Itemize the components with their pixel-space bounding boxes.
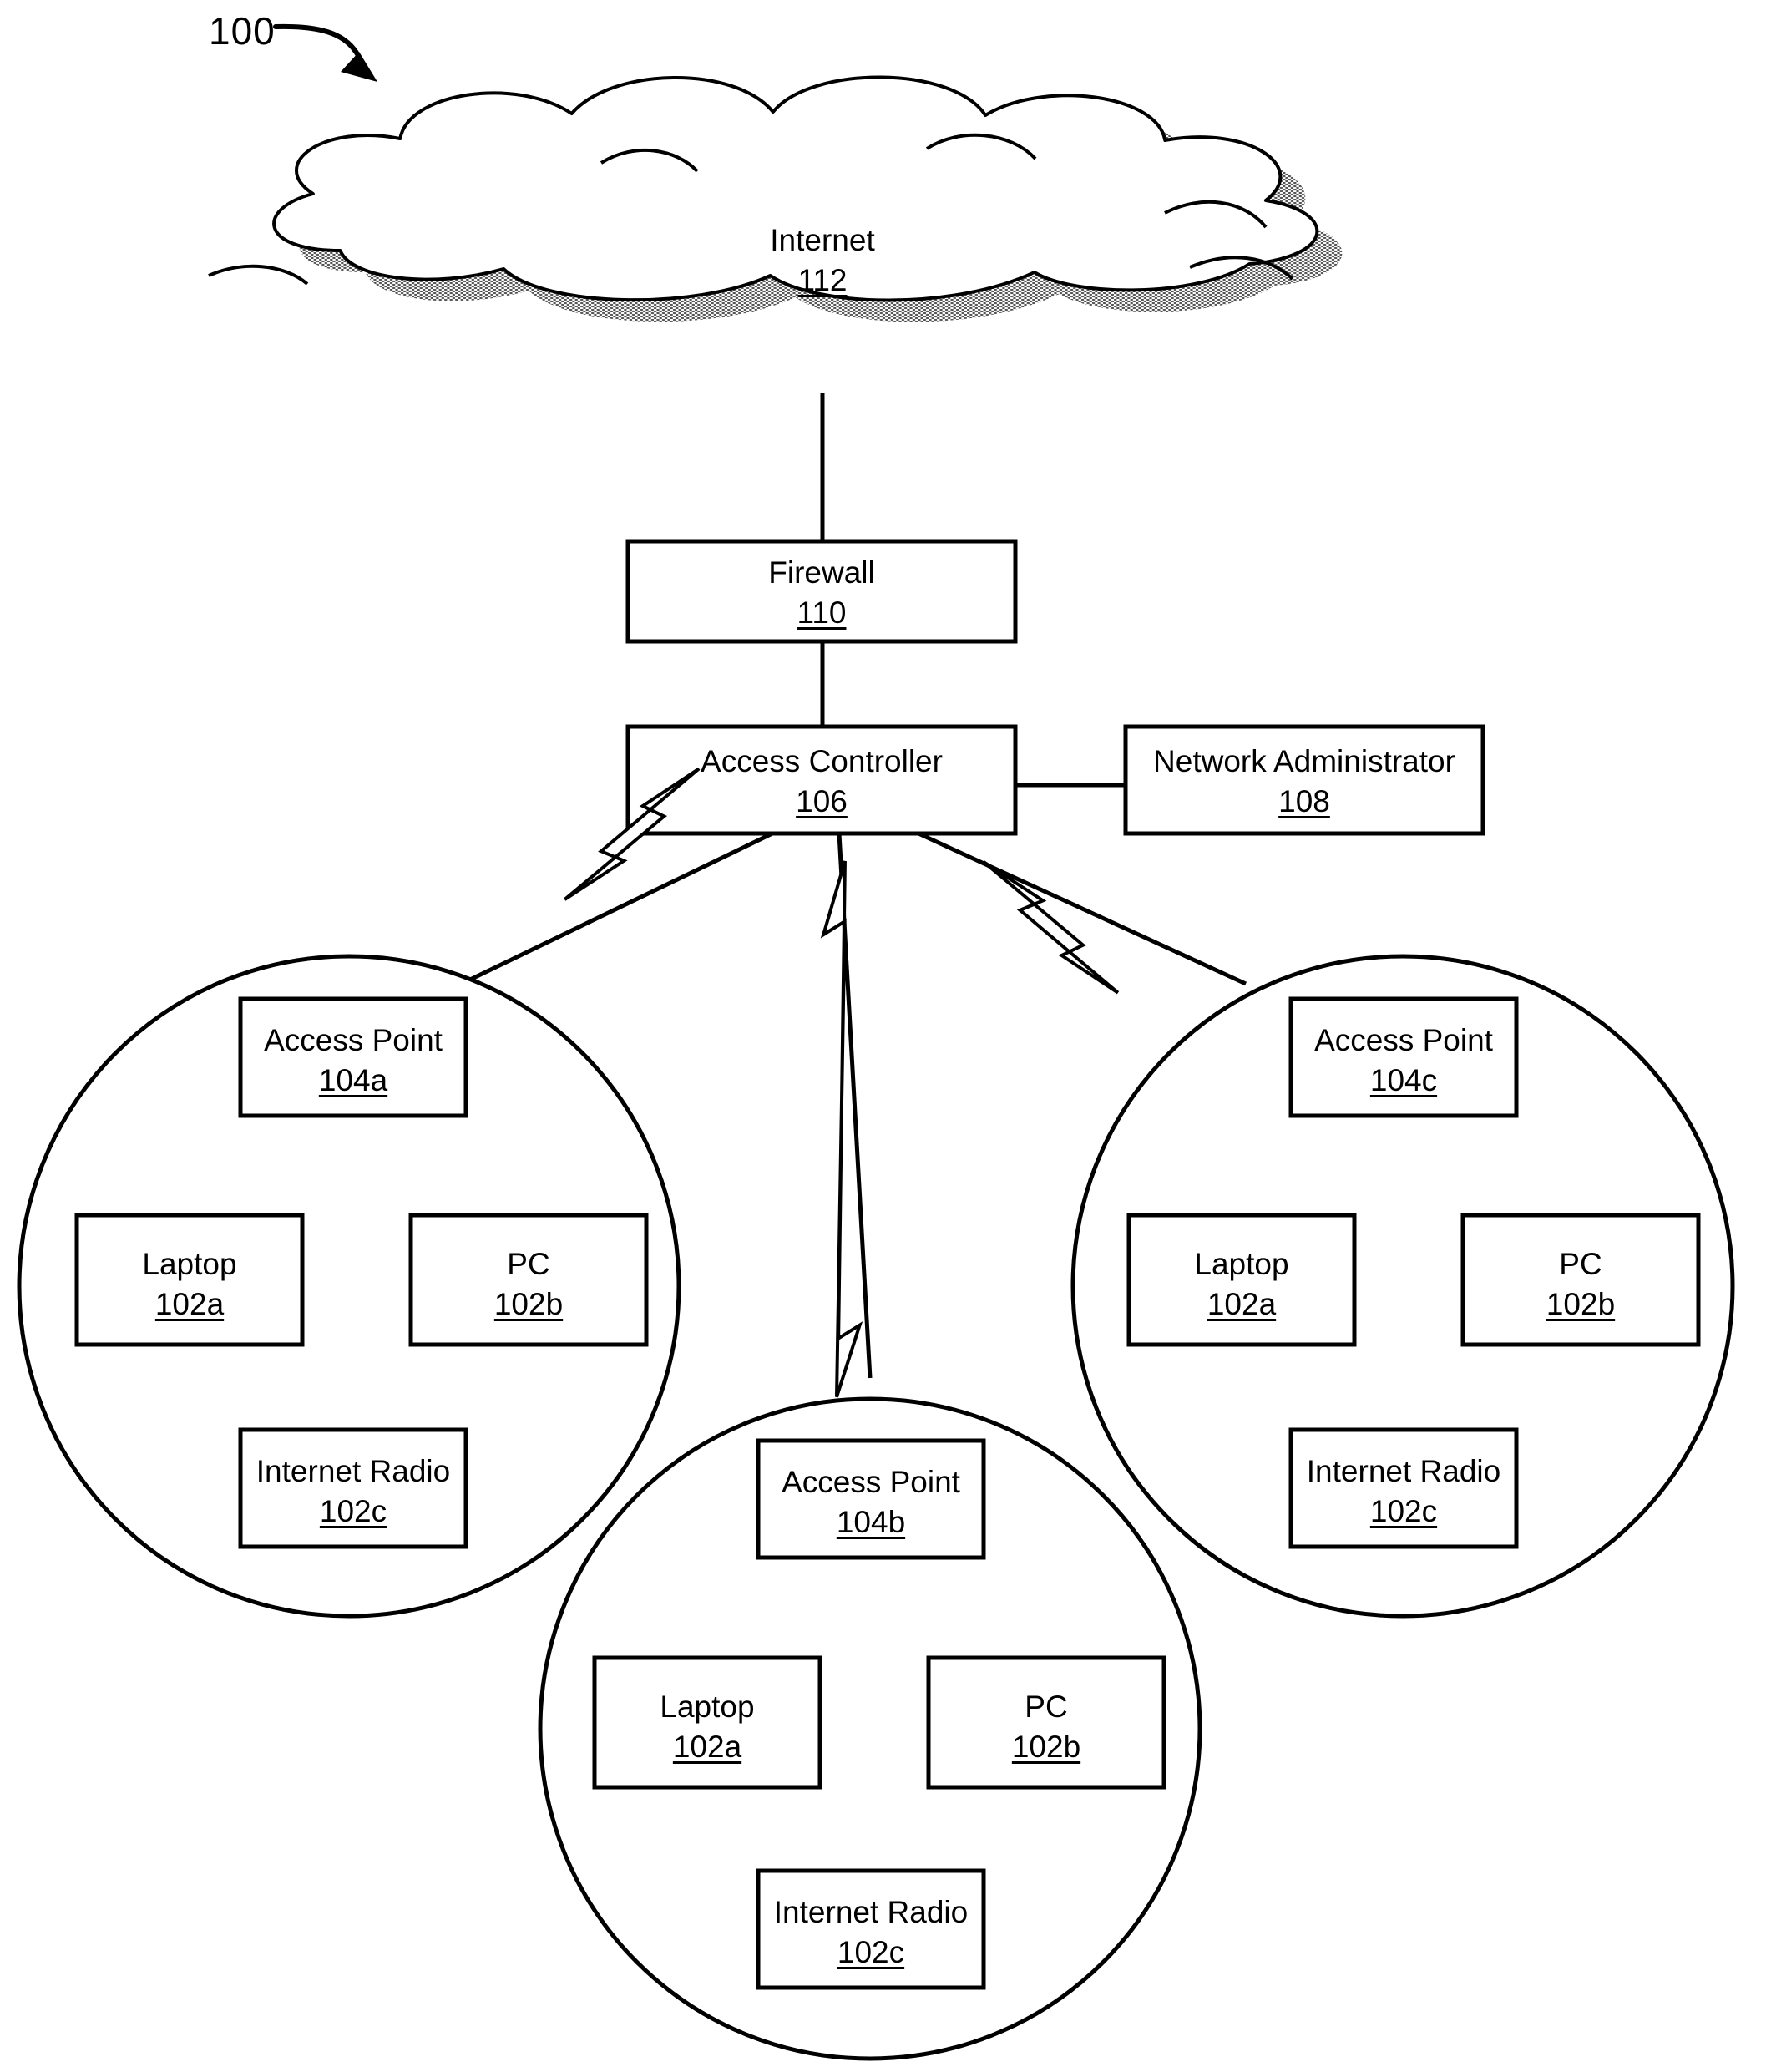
- figure-number: 100: [209, 9, 276, 53]
- cell-left-access-point-box: [238, 996, 468, 1118]
- network-administrator-box: [1123, 724, 1485, 836]
- diagram-canvas: 100 Internet 112 Firewall 110 Access Con…: [0, 0, 1766, 2072]
- cell-bottom-device-box-pc: [926, 1655, 1166, 1790]
- cell-right-device-box-pc: [1460, 1213, 1701, 1347]
- cell-left-device-box-radio: [238, 1427, 468, 1549]
- firewall-box: [625, 539, 1018, 644]
- cell-right-access-point-box: [1288, 996, 1519, 1118]
- network-diagram: [17, 23, 1735, 2061]
- wireless-lightning-icon-right: [982, 860, 1120, 995]
- internet-cloud: [209, 77, 1317, 300]
- cell-right-device-box-radio: [1288, 1427, 1519, 1549]
- link-controller-cell-left: [468, 831, 774, 982]
- figure-arrow: [273, 23, 377, 82]
- wireless-lightning-icon-middle: [820, 860, 863, 1398]
- cell-bottom-device-box-laptop: [592, 1655, 822, 1790]
- cell-right-device-box-laptop: [1126, 1213, 1357, 1347]
- cell-left-device-box-laptop: [74, 1213, 305, 1347]
- cell-left-device-box-pc: [408, 1213, 649, 1347]
- cell-bottom-device-box-radio: [756, 1868, 986, 1990]
- cell-bottom-access-point-box: [756, 1438, 986, 1560]
